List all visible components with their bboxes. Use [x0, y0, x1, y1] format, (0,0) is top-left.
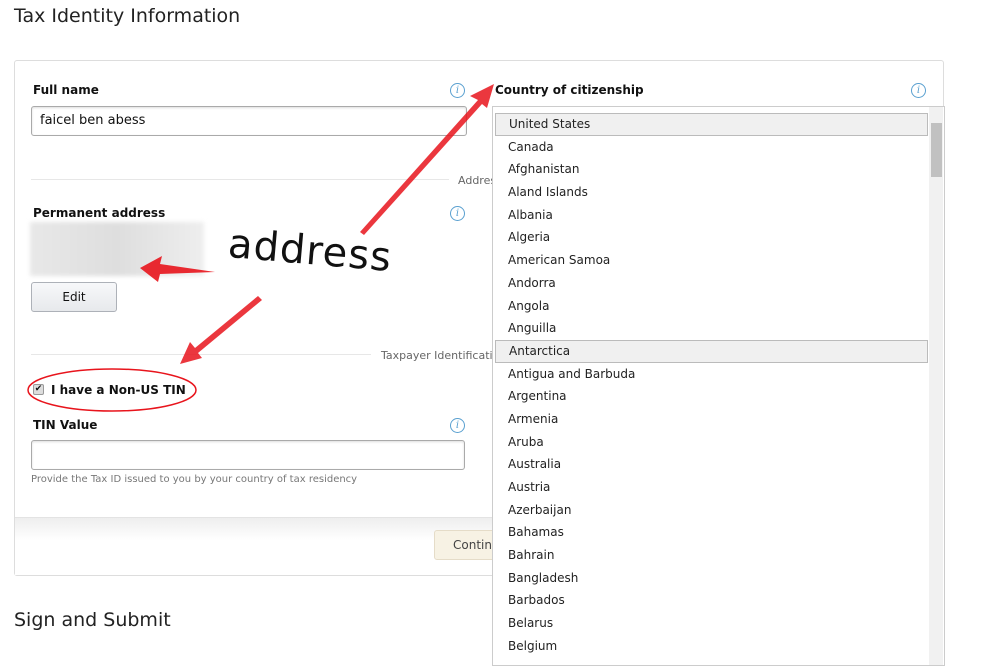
edit-address-button[interactable]: Edit: [31, 282, 117, 312]
country-option[interactable]: Antarctica: [495, 339, 928, 363]
country-option[interactable]: Afghanistan: [495, 158, 928, 181]
page-title: Tax Identity Information: [14, 5, 241, 27]
country-option[interactable]: Barbados: [495, 589, 928, 612]
tin-help-text: Provide the Tax ID issued to you by your…: [31, 474, 358, 485]
country-option[interactable]: Aland Islands: [495, 181, 928, 204]
country-option[interactable]: Armenia: [495, 408, 928, 431]
country-option[interactable]: Angola: [495, 295, 928, 318]
country-option[interactable]: Bahamas: [495, 521, 928, 544]
info-icon[interactable]: i: [450, 418, 465, 433]
citizenship-label: Country of citizenship: [495, 83, 644, 97]
tin-value-label: TIN Value: [33, 418, 98, 432]
non-us-tin-checkbox[interactable]: ✔: [33, 384, 44, 395]
country-option[interactable]: Australia: [495, 453, 928, 476]
scrollbar[interactable]: [929, 107, 943, 665]
country-option[interactable]: Belgium: [495, 635, 928, 658]
country-option[interactable]: Anguilla: [495, 317, 928, 340]
sign-submit-heading: Sign and Submit: [14, 609, 171, 631]
country-option[interactable]: Algeria: [495, 226, 928, 249]
country-option[interactable]: Austria: [495, 476, 928, 499]
country-option[interactable]: American Samoa: [495, 249, 928, 272]
country-option[interactable]: Belarus: [495, 612, 928, 635]
divider: [31, 354, 371, 355]
divider: [31, 179, 449, 180]
country-option[interactable]: Argentina: [495, 385, 928, 408]
full-name-input[interactable]: faicel ben abess: [31, 106, 467, 136]
country-option[interactable]: United States: [495, 113, 928, 136]
tin-section-label: Taxpayer Identification: [381, 349, 507, 362]
info-icon[interactable]: i: [450, 83, 465, 98]
info-icon[interactable]: i: [450, 206, 465, 221]
country-option[interactable]: Albania: [495, 204, 928, 227]
non-us-tin-label[interactable]: I have a Non-US TIN: [51, 383, 186, 397]
country-option[interactable]: Aruba: [495, 431, 928, 454]
scrollbar-thumb[interactable]: [931, 123, 942, 177]
info-icon[interactable]: i: [911, 83, 926, 98]
country-option[interactable]: Azerbaijan: [495, 499, 928, 522]
country-option[interactable]: Antigua and Barbuda: [495, 363, 928, 386]
redacted-address: [30, 222, 204, 276]
country-option[interactable]: Bangladesh: [495, 567, 928, 590]
full-name-label: Full name: [33, 83, 99, 97]
tin-value-input[interactable]: [31, 440, 465, 470]
country-dropdown-list[interactable]: United States Canada Afghanistan Aland Isla…: [492, 106, 945, 666]
country-option[interactable]: Bahrain: [495, 544, 928, 567]
permanent-address-label: Permanent address: [33, 206, 166, 220]
country-option[interactable]: Andorra: [495, 272, 928, 295]
country-option[interactable]: Canada: [495, 136, 928, 159]
